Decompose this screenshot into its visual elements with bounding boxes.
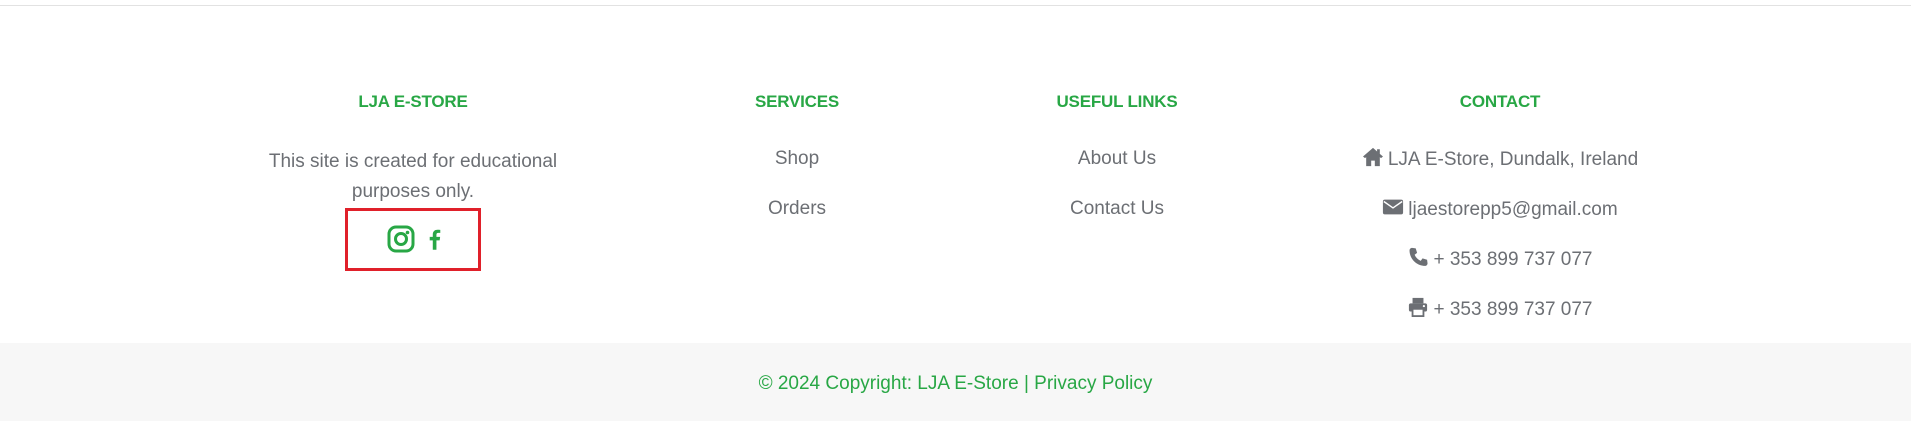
site-footer: LJA E-STORE This site is created for edu…	[0, 6, 1911, 343]
services-heading: SERVICES	[754, 92, 840, 111]
address-text: LJA E-Store, Dundalk, Ireland	[1387, 149, 1639, 170]
fax-text: + 353 899 737 077	[1433, 299, 1593, 320]
phone-text: + 353 899 737 077	[1433, 249, 1593, 270]
copyright-text: © 2024 Copyright: LJA E-Store |	[758, 373, 1029, 394]
contact-heading: CONTACT	[1459, 92, 1541, 111]
facebook-icon[interactable]	[421, 224, 449, 254]
contact-email: ljaestorepp5@gmail.com	[1290, 197, 1710, 223]
brand-description: This site is created for educational pur…	[268, 151, 558, 202]
contact-address: LJA E-Store, Dundalk, Ireland	[1290, 147, 1710, 173]
printer-icon	[1407, 297, 1429, 323]
social-links	[387, 224, 449, 254]
contact-us-link[interactable]: Contact Us	[990, 198, 1244, 220]
envelope-icon	[1382, 197, 1404, 223]
copyright-line: © 2024 Copyright: LJA E-Store | Privacy …	[0, 373, 1911, 395]
instagram-icon[interactable]	[387, 224, 415, 254]
shop-link[interactable]: Shop	[670, 148, 924, 170]
orders-link[interactable]: Orders	[670, 198, 924, 220]
useful-links-heading: USEFUL LINKS	[1056, 92, 1178, 111]
contact-fax: + 353 899 737 077	[1290, 297, 1710, 323]
email-text: ljaestorepp5@gmail.com	[1408, 199, 1618, 220]
copyright-bar: © 2024 Copyright: LJA E-Store | Privacy …	[0, 343, 1911, 421]
home-icon	[1362, 147, 1384, 173]
privacy-policy-link[interactable]: Privacy Policy	[1034, 373, 1152, 394]
contact-phone: + 353 899 737 077	[1290, 247, 1710, 273]
about-us-link[interactable]: About Us	[990, 148, 1244, 170]
phone-icon	[1407, 247, 1429, 273]
brand-heading: LJA E-STORE	[358, 92, 468, 111]
